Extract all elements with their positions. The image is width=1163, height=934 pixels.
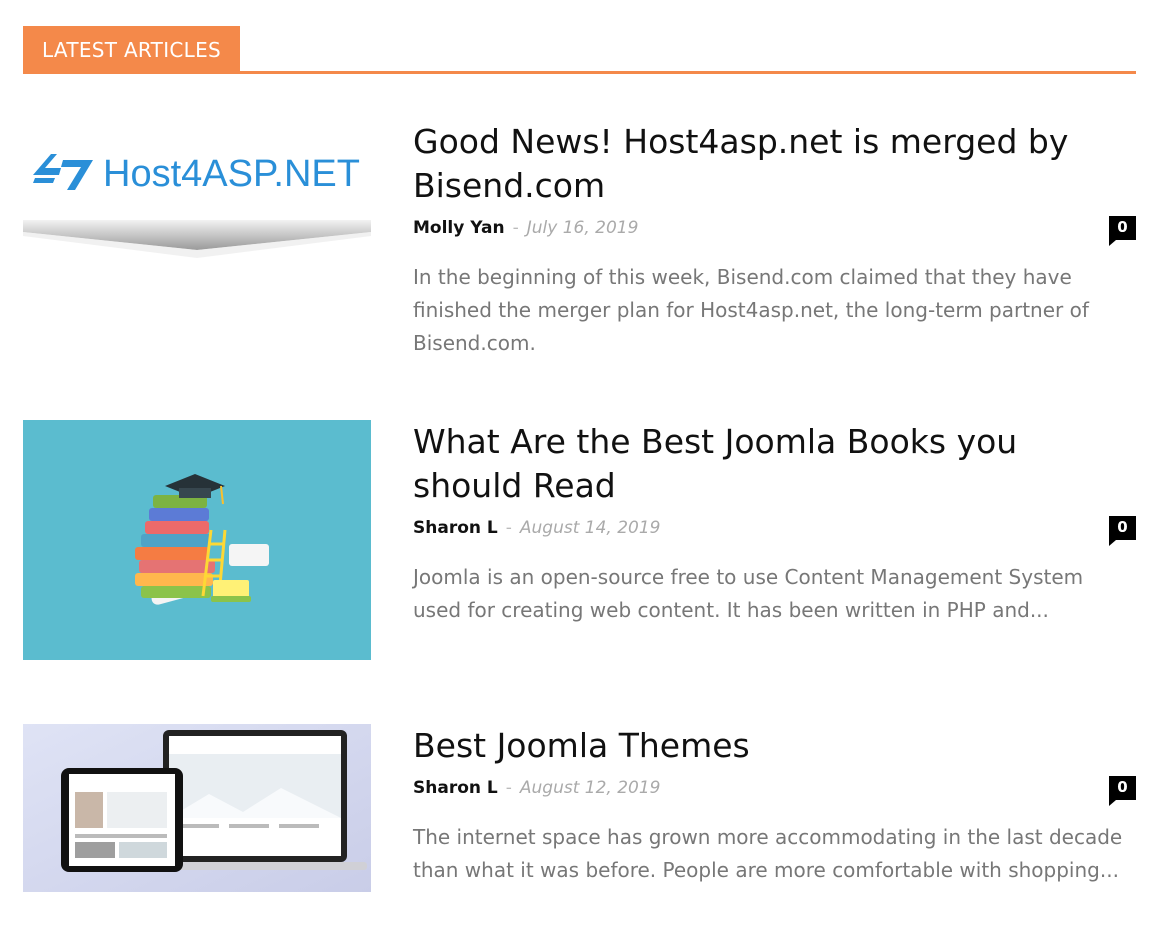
article-title[interactable]: Good News! Host4asp.net is merged by Bis… <box>413 120 1133 208</box>
article-meta: Molly Yan - July 16, 2019 0 <box>413 216 1136 246</box>
article-info: Good News! Host4asp.net is merged by Bis… <box>413 120 1136 360</box>
article-item: What Are the Best Joomla Books you shoul… <box>23 420 1136 690</box>
article-author[interactable]: Sharon L <box>413 778 498 798</box>
article-title[interactable]: Best Joomla Themes <box>413 724 1133 768</box>
comment-count-badge[interactable]: 0 <box>1109 216 1136 246</box>
laptop-tablet-mockup-icon <box>23 724 371 892</box>
article-thumbnail[interactable]: Host4ASP.NET <box>23 120 371 270</box>
article-item: Host4ASP.NET Good News! Host4asp.net is … <box>23 120 1136 390</box>
article-date: August 12, 2019 <box>519 778 661 798</box>
article-excerpt: Joomla is an open-source free to use Con… <box>413 565 1084 622</box>
meta-separator: - <box>512 218 519 238</box>
article-excerpt: In the beginning of this week, Bisend.co… <box>413 265 1089 355</box>
meta-separator: - <box>505 778 512 798</box>
article-thumbnail[interactable] <box>23 420 371 660</box>
article-meta: Sharon L - August 12, 2019 0 <box>413 776 1136 806</box>
article-excerpt: The internet space has grown more accomm… <box>413 825 1123 882</box>
comment-count-badge[interactable]: 0 <box>1109 516 1136 546</box>
article-date: August 14, 2019 <box>519 518 661 538</box>
article-author[interactable]: Molly Yan <box>413 218 505 238</box>
article-author[interactable]: Sharon L <box>413 518 498 538</box>
article-meta: Sharon L - August 14, 2019 0 <box>413 516 1136 546</box>
comment-count-badge[interactable]: 0 <box>1109 776 1136 806</box>
article-info: What Are the Best Joomla Books you shoul… <box>413 420 1136 627</box>
section-header: LATEST ARTICLES <box>23 26 1136 74</box>
logo-text: Host4ASP.NET <box>103 153 360 195</box>
meta-separator: - <box>505 518 512 538</box>
article-date: July 16, 2019 <box>526 218 639 238</box>
section-title: LATEST ARTICLES <box>23 26 241 71</box>
book-stack-icon <box>23 420 371 660</box>
host4asp-logo-icon: Host4ASP.NET <box>23 120 371 270</box>
article-info: Best Joomla Themes Sharon L - August 12, 2… <box>413 724 1136 887</box>
article-item: Best Joomla Themes Sharon L - August 12, 2… <box>23 724 1136 924</box>
article-thumbnail[interactable] <box>23 724 371 892</box>
article-title[interactable]: What Are the Best Joomla Books you shoul… <box>413 420 1133 508</box>
